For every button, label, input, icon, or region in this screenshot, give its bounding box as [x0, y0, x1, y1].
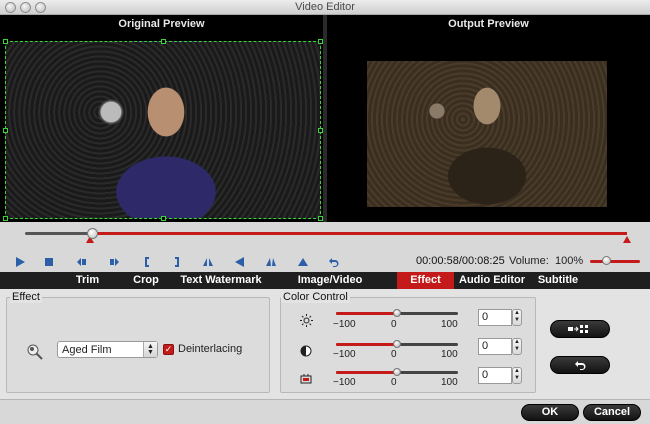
- color-control-title: Color Control: [281, 291, 350, 303]
- original-preview-label: Original Preview: [118, 18, 205, 30]
- ok-button[interactable]: OK: [521, 404, 579, 421]
- output-preview-label: Output Preview: [448, 18, 529, 30]
- rotate-right-button[interactable]: [296, 255, 310, 269]
- volume-slider-knob[interactable]: [602, 256, 611, 265]
- brightness-slider-knob[interactable]: [393, 309, 401, 317]
- contrast-slider[interactable]: [336, 340, 458, 348]
- flip-horizontal-button[interactable]: [201, 255, 215, 269]
- crop-handle-top-right[interactable]: [318, 39, 323, 44]
- effect-select-value: Aged Film: [62, 344, 112, 356]
- crop-handle-left[interactable]: [3, 128, 8, 133]
- apply-to-all-button[interactable]: [550, 320, 610, 338]
- contrast-icon: [299, 344, 313, 358]
- undo-button[interactable]: [327, 255, 341, 269]
- tab-image-video-watermark[interactable]: Image/Video Watermark: [268, 272, 392, 303]
- effect-panel: Effect Aged Film ▲ ▼ ✓ Deinterlacing Colo…: [0, 289, 650, 399]
- effect-group-title: Effect: [10, 291, 42, 303]
- volume-label: Volume:: [509, 255, 549, 267]
- tab-trim[interactable]: Trim: [60, 272, 115, 289]
- effect-select[interactable]: Aged Film ▲ ▼: [57, 341, 158, 358]
- tab-effect[interactable]: Effect: [397, 272, 454, 289]
- flip-vertical-button[interactable]: [264, 255, 278, 269]
- brightness-min-label: −100: [333, 319, 356, 330]
- saturation-slider-knob[interactable]: [393, 368, 401, 376]
- rotate-left-button[interactable]: [233, 255, 247, 269]
- stop-icon: [45, 258, 53, 266]
- play-icon: [16, 257, 25, 267]
- footer: OK Cancel: [0, 399, 650, 424]
- contrast-value-input[interactable]: 0: [478, 338, 512, 355]
- crop-handle-bottom-right[interactable]: [318, 216, 323, 221]
- saturation-min-label: −100: [333, 377, 356, 388]
- chevron-updown-icon: ▲ ▼: [143, 342, 157, 357]
- undo-icon: [329, 258, 339, 267]
- volume-slider[interactable]: [590, 260, 640, 263]
- restore-defaults-button[interactable]: [550, 356, 610, 374]
- bracket-left-icon: [145, 257, 149, 267]
- saturation-max-label: 100: [441, 377, 458, 388]
- title-bar: Video Editor: [0, 0, 650, 15]
- brightness-slider[interactable]: [336, 309, 458, 317]
- next-frame-button[interactable]: [107, 255, 121, 269]
- timeline[interactable]: [0, 222, 650, 248]
- output-video-frame: [327, 33, 617, 219]
- tab-subtitle[interactable]: Subtitle: [532, 272, 584, 289]
- rotate-left-icon: [235, 257, 244, 267]
- brightness-max-label: 100: [441, 319, 458, 330]
- effect-wand-icon: [27, 344, 43, 360]
- flip-horizontal-icon: [203, 258, 213, 266]
- preview-area: Original Preview Output Preview: [0, 15, 650, 222]
- timecode: 00:00:58/00:08:25: [416, 255, 505, 267]
- volume-value: 100%: [555, 255, 584, 267]
- saturation-value-input[interactable]: 0: [478, 367, 512, 384]
- previous-frame-icon: [77, 258, 86, 266]
- stop-button[interactable]: [42, 255, 56, 269]
- brightness-slider-fill: [336, 312, 397, 315]
- output-video-image: [367, 61, 607, 207]
- saturation-icon: [299, 372, 313, 386]
- contrast-min-label: −100: [333, 349, 356, 360]
- play-button[interactable]: [13, 255, 27, 269]
- contrast-max-label: 100: [441, 349, 458, 360]
- previous-frame-button[interactable]: [75, 255, 89, 269]
- bracket-right-icon: [175, 257, 179, 267]
- brightness-mid-label: 0: [391, 319, 397, 330]
- contrast-stepper[interactable]: ▲ ▼: [512, 338, 522, 355]
- crop-handle-bottom[interactable]: [161, 216, 166, 221]
- restore-icon: [575, 361, 586, 370]
- contrast-mid-label: 0: [391, 349, 397, 360]
- saturation-slider[interactable]: [336, 368, 458, 376]
- brightness-value-input[interactable]: 0: [478, 309, 512, 326]
- trim-end-marker[interactable]: [623, 236, 631, 243]
- deinterlacing-checkbox[interactable]: ✓: [163, 344, 174, 355]
- rotate-right-icon: [298, 258, 308, 266]
- saturation-slider-fill: [336, 371, 397, 374]
- timeline-selection: [92, 232, 627, 235]
- saturation-mid-label: 0: [391, 377, 397, 388]
- set-end-button[interactable]: [170, 255, 184, 269]
- next-frame-icon: [110, 258, 119, 266]
- cancel-button[interactable]: Cancel: [583, 404, 641, 421]
- window-title: Video Editor: [295, 1, 355, 13]
- playhead[interactable]: [87, 228, 98, 239]
- brightness-icon: [299, 313, 313, 327]
- crop-handle-bottom-left[interactable]: [3, 216, 8, 221]
- brightness-stepper[interactable]: ▲ ▼: [512, 309, 522, 326]
- editor-tabs: Trim Crop Text Watermark Image/Video Wat…: [0, 272, 650, 303]
- deinterlacing-label: Deinterlacing: [178, 343, 243, 355]
- tab-audio-editor[interactable]: Audio Editor: [458, 272, 526, 289]
- crop-handle-top-left[interactable]: [3, 39, 8, 44]
- playback-controls: 00:00:58/00:08:25 Volume: 100%: [0, 252, 650, 272]
- tab-crop[interactable]: Crop: [120, 272, 172, 289]
- apply-to-all-icon: [568, 325, 588, 333]
- saturation-stepper[interactable]: ▲ ▼: [512, 367, 522, 384]
- flip-vertical-icon: [266, 258, 276, 266]
- tab-text-watermark[interactable]: Text Watermark: [178, 272, 264, 289]
- contrast-slider-knob[interactable]: [393, 340, 401, 348]
- original-video-frame[interactable]: [3, 39, 323, 221]
- crop-handle-right[interactable]: [318, 128, 323, 133]
- contrast-slider-fill: [336, 343, 397, 346]
- set-start-button[interactable]: [140, 255, 154, 269]
- crop-handle-top[interactable]: [161, 39, 166, 44]
